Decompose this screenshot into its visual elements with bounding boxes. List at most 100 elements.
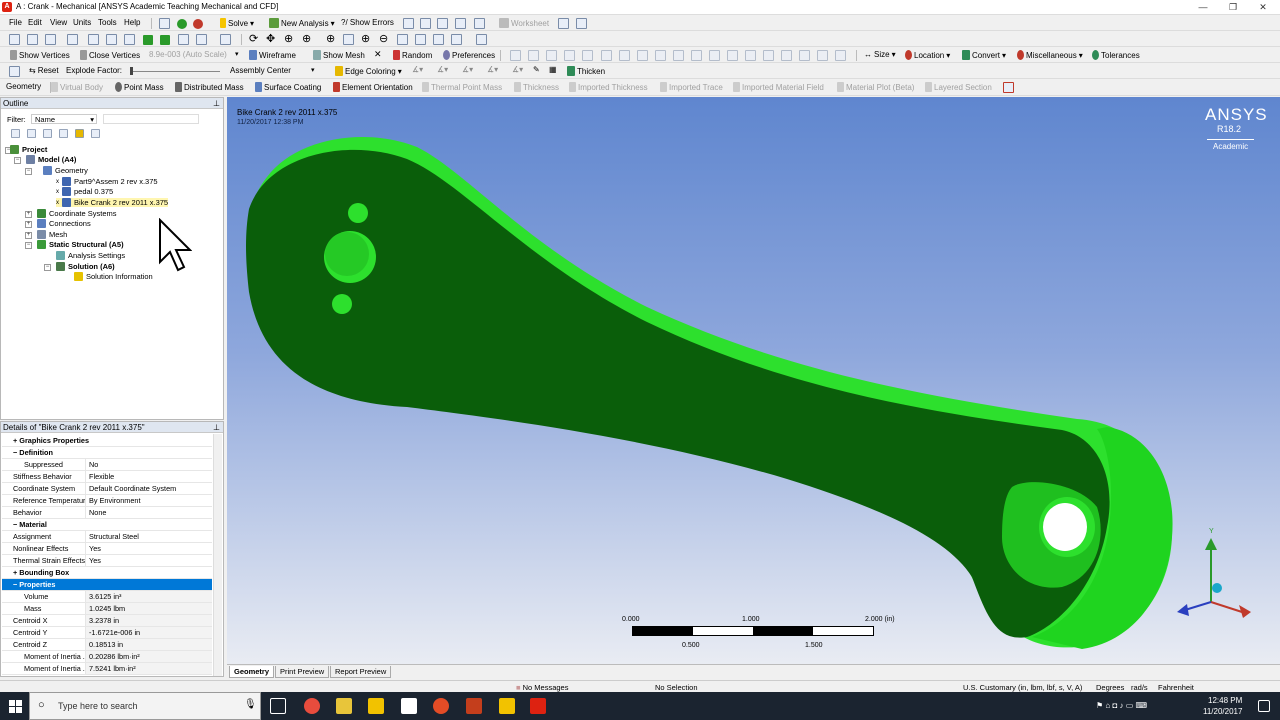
app-red-icon[interactable] bbox=[433, 698, 449, 714]
tree-part-2[interactable]: x pedal 0.375 bbox=[56, 187, 113, 196]
explode-icon[interactable] bbox=[9, 66, 20, 77]
tb3-icon-18[interactable] bbox=[817, 50, 828, 61]
edge-style-icon-3[interactable]: ∡▾ bbox=[462, 65, 473, 74]
rotate-icon[interactable]: ⟳ bbox=[249, 32, 258, 45]
tree-mesh[interactable]: Mesh bbox=[37, 230, 67, 239]
zoom-box-icon[interactable]: ⊕ bbox=[302, 32, 311, 45]
previous-view-icon[interactable] bbox=[397, 34, 408, 45]
tab-geometry[interactable]: Geometry bbox=[229, 666, 275, 678]
details-row-moment-2[interactable]: Moment of Inertia ... 7.5241 lbm·in² bbox=[2, 663, 212, 675]
tb3-icon-15[interactable] bbox=[763, 50, 774, 61]
layered-section-button[interactable]: Layered Section bbox=[925, 82, 992, 92]
triad-iso-ball[interactable] bbox=[1212, 583, 1222, 593]
tree-static-structural[interactable]: Static Structural (A5) bbox=[37, 240, 124, 249]
tb2-icon-7[interactable] bbox=[220, 34, 231, 45]
windows-start-icon[interactable] bbox=[9, 700, 22, 713]
tb3-icon-14[interactable] bbox=[745, 50, 756, 61]
tb2-icon-6[interactable] bbox=[196, 34, 207, 45]
details-section-properties[interactable]: − Properties bbox=[2, 579, 212, 591]
close-vertices-button[interactable]: Close Vertices bbox=[80, 50, 140, 60]
temperature-status[interactable]: Fahrenheit bbox=[1158, 683, 1194, 692]
tree-solution-information[interactable]: Solution Information bbox=[74, 272, 153, 281]
menu-edit[interactable]: Edit bbox=[28, 18, 42, 27]
tb3-icon-8[interactable] bbox=[637, 50, 648, 61]
imported-trace-button[interactable]: Imported Trace bbox=[660, 82, 723, 92]
expand-tree-icon[interactable] bbox=[11, 129, 20, 138]
reset-button[interactable]: ⇆ Reset bbox=[29, 66, 59, 75]
wireframe-button[interactable]: Wireframe bbox=[249, 50, 296, 60]
zoom-out-icon[interactable]: ⊖ bbox=[379, 32, 388, 45]
restore-icon[interactable]: ❐ bbox=[1218, 0, 1248, 15]
taskbar-search[interactable]: ○ Type here to search 🎙 bbox=[29, 692, 261, 720]
point-mass-button[interactable]: Point Mass bbox=[115, 82, 164, 92]
menu-tools[interactable]: Tools bbox=[98, 18, 117, 27]
details-scrollbar[interactable] bbox=[213, 434, 222, 676]
edge-thick-icon[interactable]: ▦ bbox=[549, 65, 557, 74]
scale-dropdown-icon[interactable]: ▾ bbox=[235, 50, 239, 58]
tb-icon-6[interactable] bbox=[558, 18, 569, 29]
tb3-icon-1[interactable] bbox=[510, 50, 521, 61]
details-section-bounding-box[interactable]: + Bounding Box bbox=[2, 567, 212, 579]
tb3-icon-2[interactable] bbox=[528, 50, 539, 61]
messages-status[interactable]: ■ No Messages bbox=[516, 683, 568, 692]
imported-material-field-button[interactable]: Imported Material Field bbox=[733, 82, 824, 92]
rads-status[interactable]: rad/s bbox=[1131, 683, 1148, 692]
tb-icon-4[interactable] bbox=[455, 18, 466, 29]
pan-icon[interactable]: ✥ bbox=[266, 32, 275, 45]
tb3-icon-5[interactable] bbox=[582, 50, 593, 61]
scale-select[interactable]: 8.9e-003 (Auto Scale) bbox=[149, 50, 227, 59]
tb3-icon-9[interactable] bbox=[655, 50, 666, 61]
tb2-icon-4[interactable] bbox=[160, 35, 170, 45]
pin-icon[interactable]: ⊥ bbox=[213, 98, 220, 109]
stop-icon[interactable] bbox=[193, 19, 203, 29]
tab-print-preview[interactable]: Print Preview bbox=[275, 666, 330, 678]
thicken-button[interactable]: Thicken bbox=[567, 66, 605, 76]
thermal-point-mass-button[interactable]: Thermal Point Mass bbox=[422, 82, 502, 92]
iso-view-icon[interactable] bbox=[433, 34, 444, 45]
tray-icons[interactable]: ⚑ ⌂ ◘ ♪ ▭ ⌨ bbox=[1096, 701, 1147, 710]
tb-icon-3[interactable] bbox=[437, 18, 448, 29]
tree-analysis-settings[interactable]: Analysis Settings bbox=[56, 251, 125, 260]
powerpoint-icon[interactable] bbox=[466, 698, 482, 714]
mail-icon[interactable] bbox=[401, 698, 417, 714]
show-vertices-button[interactable]: Show Vertices bbox=[10, 50, 70, 60]
menu-file[interactable]: File bbox=[9, 18, 22, 27]
details-row-centroid-z[interactable]: Centroid Z 0.18513 in bbox=[2, 639, 212, 651]
details-section-graphics[interactable]: + Graphics Properties bbox=[2, 435, 212, 447]
details-row-reference-temperature[interactable]: Reference Temperature By Environment bbox=[2, 495, 212, 507]
tb3-icon-19[interactable] bbox=[835, 50, 846, 61]
chrome-icon[interactable] bbox=[304, 698, 320, 714]
details-row-coordinate-system[interactable]: Coordinate System Default Coordinate Syst… bbox=[2, 483, 212, 495]
tb-icon-1[interactable] bbox=[403, 18, 414, 29]
mechanical-icon[interactable] bbox=[530, 698, 546, 714]
select-vertex-icon[interactable] bbox=[27, 34, 38, 45]
edge-style-icon-5[interactable]: ∡▾ bbox=[512, 65, 523, 74]
show-mesh-button[interactable]: Show Mesh bbox=[313, 50, 365, 60]
graphics-viewport[interactable]: Bike Crank 2 rev 2011 x.375 11/20/2017 1… bbox=[227, 97, 1280, 664]
size-menu[interactable]: ↔ Size ▾ bbox=[864, 50, 896, 59]
fit-view-icon[interactable] bbox=[451, 34, 462, 45]
select-icon[interactable] bbox=[9, 34, 20, 45]
zoom-to-fit-icon[interactable]: ⊕ bbox=[326, 32, 335, 45]
tb-icon-7[interactable] bbox=[576, 18, 587, 29]
thickness-button[interactable]: Thickness bbox=[514, 82, 559, 92]
imported-thickness-button[interactable]: Imported Thickness bbox=[569, 82, 648, 92]
location-menu[interactable]: Location ▾ bbox=[905, 50, 950, 60]
convert-menu[interactable]: Convert ▾ bbox=[962, 50, 1006, 60]
menu-help[interactable]: Help bbox=[124, 18, 140, 27]
edge-pen-icon[interactable]: ✎ bbox=[533, 65, 540, 74]
details-row-moment-1[interactable]: Moment of Inertia ... 0.20286 lbm·in² bbox=[2, 651, 212, 663]
filter-select[interactable]: Name ▾ bbox=[31, 114, 97, 124]
tree-part-1[interactable]: x Part9^Assem 2 rev x.375 bbox=[56, 177, 158, 186]
tree-solution[interactable]: Solution (A6) bbox=[56, 262, 115, 271]
degrees-status[interactable]: Degrees bbox=[1096, 683, 1124, 692]
context-extra-icon[interactable] bbox=[1003, 82, 1014, 93]
check-icon[interactable] bbox=[177, 19, 187, 29]
menu-units[interactable]: Units bbox=[73, 18, 91, 27]
tb3-icon-16[interactable] bbox=[781, 50, 792, 61]
tb3-icon-12[interactable] bbox=[709, 50, 720, 61]
details-section-material[interactable]: − Material bbox=[2, 519, 212, 531]
distributed-mass-button[interactable]: Distributed Mass bbox=[175, 82, 244, 92]
explode-slider[interactable] bbox=[130, 71, 220, 72]
details-section-definition[interactable]: − Definition bbox=[2, 447, 212, 459]
